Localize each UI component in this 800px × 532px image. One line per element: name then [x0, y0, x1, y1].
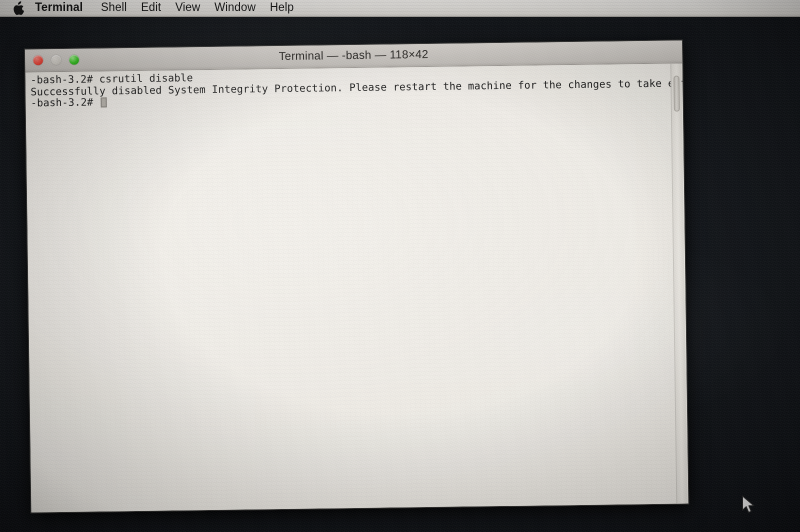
- terminal-output-area[interactable]: -bash-3.2# csrutil disable Successfully …: [25, 63, 689, 513]
- apple-logo-icon[interactable]: [12, 1, 25, 16]
- terminal-window[interactable]: Terminal — -bash — 118×42 -bash-3.2# csr…: [25, 40, 689, 513]
- traffic-light-group: [25, 54, 80, 66]
- menu-item-edit[interactable]: Edit: [134, 0, 168, 16]
- close-button-icon[interactable]: [33, 55, 44, 66]
- block-cursor-icon: [100, 97, 107, 108]
- menu-item-window[interactable]: Window: [207, 0, 263, 16]
- terminal-prompt: -bash-3.2#: [30, 96, 100, 110]
- menu-item-view[interactable]: View: [168, 0, 207, 16]
- menu-item-help[interactable]: Help: [263, 0, 301, 16]
- menu-item-shell[interactable]: Shell: [94, 0, 134, 16]
- terminal-texture-overlay: [25, 63, 689, 513]
- zoom-button-icon[interactable]: [69, 54, 80, 65]
- minimize-button-icon[interactable]: [51, 54, 62, 66]
- terminal-scrollbar-thumb[interactable]: [673, 75, 680, 112]
- menu-item-terminal[interactable]: Terminal: [35, 0, 94, 16]
- menu-bar: Terminal Shell Edit View Window Help: [0, 0, 800, 17]
- screen: Terminal Shell Edit View Window Help Ter…: [0, 0, 800, 532]
